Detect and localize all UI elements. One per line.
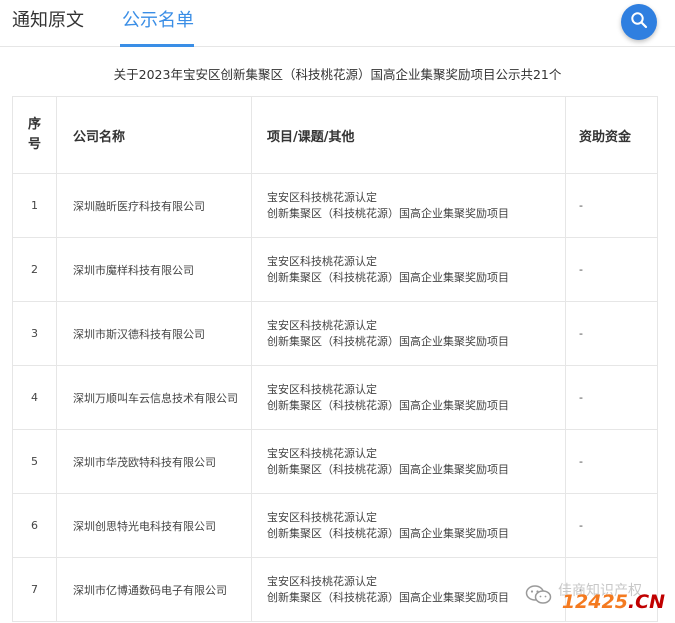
row-serial-number: 1 (12, 173, 57, 238)
row-serial-number: 2 (12, 237, 57, 302)
row-project-line1: 宝安区科技桃花源认定 (267, 318, 377, 332)
tab-notice-original[interactable]: 通知原文 (12, 9, 84, 33)
row-serial-number: 4 (12, 365, 57, 430)
row-project-line1: 宝安区科技桃花源认定 (267, 190, 377, 204)
table-body: 1 深圳融昕医疗科技有限公司 宝安区科技桃花源认定 创新集聚区（科技桃花源）国高企业集… (12, 173, 658, 622)
table-row: 6 深圳创思特光电科技有限公司 宝安区科技桃花源认定 创新集聚区（科技桃花源）国高企业… (12, 493, 658, 558)
table-row: 2 深圳市魔样科技有限公司 宝安区科技桃花源认定 创新集聚区（科技桃花源）国高企业集聚… (12, 237, 658, 302)
row-project-line2: 创新集聚区（科技桃花源）国高企业集聚奖励项目 (267, 206, 509, 220)
row-serial-number: 5 (12, 429, 57, 494)
row-funding: - (565, 365, 658, 430)
row-serial-number: 3 (12, 301, 57, 366)
row-project-line2: 创新集聚区（科技桃花源）国高企业集聚奖励项目 (267, 270, 509, 284)
watermark: 佳商知识产权 12425.CN (525, 578, 675, 618)
row-project: 宝安区科技桃花源认定创新集聚区（科技桃花源）国高企业集聚奖励项目 (251, 493, 566, 558)
public-list-table: 序号 公司名称 项目/课题/其他 资助资金 1 深圳融昕医疗科技有限公司 宝安区科技… (12, 96, 658, 622)
row-project-line2: 创新集聚区（科技桃花源）国高企业集聚奖励项目 (267, 462, 509, 476)
row-company-name: 深圳融昕医疗科技有限公司 (56, 173, 252, 238)
row-funding: - (565, 173, 658, 238)
row-company-name: 深圳万顺叫车云信息技术有限公司 (56, 365, 252, 430)
header-serial-number: 序号 (12, 96, 57, 174)
row-serial-number: 7 (12, 557, 57, 622)
wechat-icon (525, 584, 553, 610)
row-company-name: 深圳市华茂欧特科技有限公司 (56, 429, 252, 494)
search-icon (630, 11, 648, 33)
row-project: 宝安区科技桃花源认定创新集聚区（科技桃花源）国高企业集聚奖励项目 (251, 365, 566, 430)
row-project-line2: 创新集聚区（科技桃花源）国高企业集聚奖励项目 (267, 590, 509, 604)
table-row: 4 深圳万顺叫车云信息技术有限公司 宝安区科技桃花源认定 创新集聚区（科技桃花源）国高… (12, 365, 658, 430)
tab-bar: 通知原文 公示名单 (0, 0, 675, 47)
row-project-line2: 创新集聚区（科技桃花源）国高企业集聚奖励项目 (267, 398, 509, 412)
row-funding: - (565, 429, 658, 494)
row-funding: - (565, 237, 658, 302)
row-project-line1: 宝安区科技桃花源认定 (267, 574, 377, 588)
table-row: 5 深圳市华茂欧特科技有限公司 宝安区科技桃花源认定 创新集聚区（科技桃花源）国高企业… (12, 429, 658, 494)
watermark-brand-number: 12425 (561, 591, 628, 613)
row-project: 宝安区科技桃花源认定创新集聚区（科技桃花源）国高企业集聚奖励项目 (251, 429, 566, 494)
row-project-line2: 创新集聚区（科技桃花源）国高企业集聚奖励项目 (267, 334, 509, 348)
row-company-name: 深圳市斯汉德科技有限公司 (56, 301, 252, 366)
table-row: 1 深圳融昕医疗科技有限公司 宝安区科技桃花源认定 创新集聚区（科技桃花源）国高企业集… (12, 173, 658, 238)
row-project-line2: 创新集聚区（科技桃花源）国高企业集聚奖励项目 (267, 526, 509, 540)
header-funding: 资助资金 (565, 96, 658, 174)
row-project-line1: 宝安区科技桃花源认定 (267, 254, 377, 268)
row-company-name: 深圳创思特光电科技有限公司 (56, 493, 252, 558)
table-header-row: 序号 公司名称 项目/课题/其他 资助资金 (12, 96, 658, 174)
row-company-name: 深圳市魔样科技有限公司 (56, 237, 252, 302)
row-project-line1: 宝安区科技桃花源认定 (267, 446, 377, 460)
header-project: 项目/课题/其他 (251, 96, 566, 174)
search-button[interactable] (621, 4, 657, 40)
row-project: 宝安区科技桃花源认定创新集聚区（科技桃花源）国高企业集聚奖励项目 (251, 237, 566, 302)
watermark-brand-suffix: CN (635, 591, 665, 613)
row-funding: - (565, 493, 658, 558)
row-project: 宝安区科技桃花源认定创新集聚区（科技桃花源）国高企业集聚奖励项目 (251, 301, 566, 366)
header-company-name: 公司名称 (56, 96, 252, 174)
tab-public-list[interactable]: 公示名单 (122, 9, 194, 33)
row-company-name: 深圳市亿博通数码电子有限公司 (56, 557, 252, 622)
row-serial-number: 6 (12, 493, 57, 558)
active-tab-indicator (120, 44, 194, 47)
row-project-line1: 宝安区科技桃花源认定 (267, 382, 377, 396)
table-row: 3 深圳市斯汉德科技有限公司 宝安区科技桃花源认定 创新集聚区（科技桃花源）国高企业集… (12, 301, 658, 366)
row-project-line1: 宝安区科技桃花源认定 (267, 510, 377, 524)
announcement-caption: 关于2023年宝安区创新集聚区（科技桃花源）国高企业集聚奖励项目公示共21个 (113, 67, 562, 82)
row-funding: - (565, 301, 658, 366)
watermark-brand: 12425.CN (562, 591, 665, 613)
row-project: 宝安区科技桃花源认定创新集聚区（科技桃花源）国高企业集聚奖励项目 (251, 173, 566, 238)
row-project: 宝安区科技桃花源认定创新集聚区（科技桃花源）国高企业集聚奖励项目 (251, 557, 566, 622)
